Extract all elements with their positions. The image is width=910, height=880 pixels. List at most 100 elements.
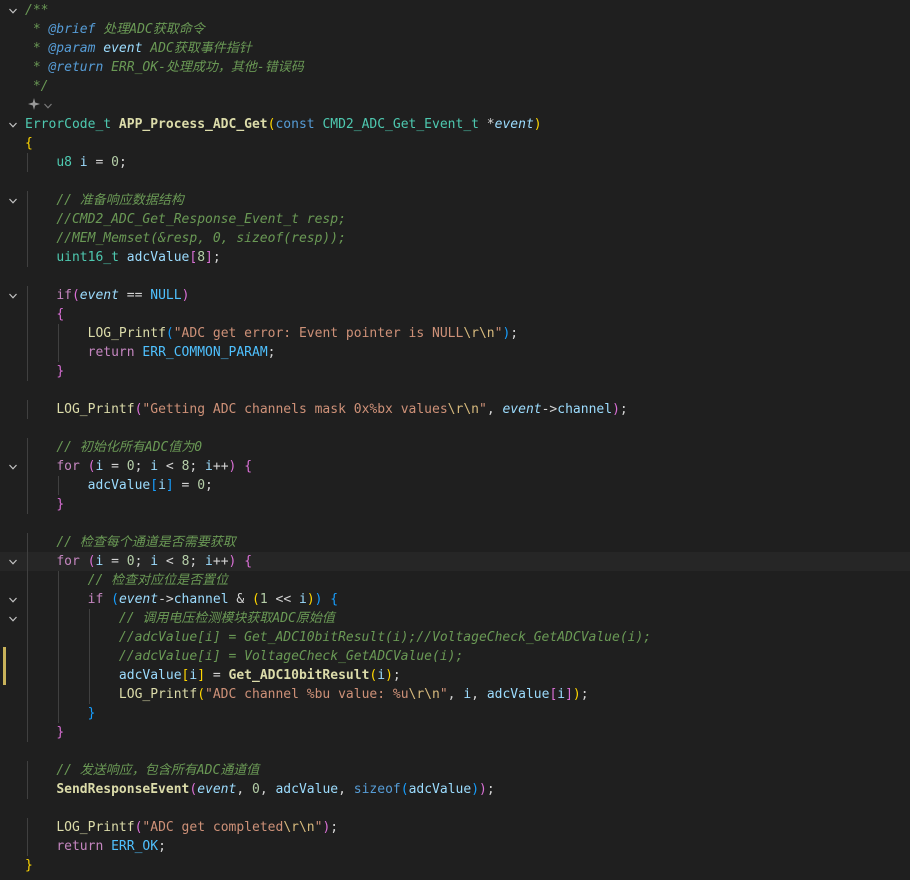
code-token: "ADC channel %bu value: %u <box>205 687 409 702</box>
code-token: adcValue <box>408 782 472 797</box>
code-token: \r\n <box>408 687 440 702</box>
fold-chevron-icon[interactable] <box>6 457 20 476</box>
code-token: ++ <box>212 459 229 474</box>
code-line[interactable]: u8 i = 0; <box>0 153 910 172</box>
code-line[interactable]: for (i = 0; i < 8; i++) { <box>0 552 910 571</box>
code-line[interactable]: LOG_Printf("Getting ADC channels mask 0x… <box>0 400 910 419</box>
code-editor[interactable]: /** * @brief 处理ADC获取命令 * @param event AD… <box>0 0 910 880</box>
code-line[interactable]: ErrorCode_t APP_Process_ADC_Get(const CM… <box>0 115 910 134</box>
modified-line-indicator <box>3 666 6 685</box>
code-line[interactable]: //MEM_Memset(&resp, 0, sizeof(resp)); <box>0 229 910 248</box>
code-line[interactable]: LOG_Printf("ADC get error: Event pointer… <box>0 324 910 343</box>
code-token: adcValue <box>126 250 190 265</box>
code-line[interactable]: } <box>0 495 910 514</box>
fold-chevron-icon[interactable] <box>6 609 20 628</box>
code-line[interactable] <box>0 96 910 115</box>
code-line[interactable]: * @brief 处理ADC获取命令 <box>0 20 910 39</box>
fold-chevron-icon[interactable] <box>6 552 20 571</box>
code-line[interactable]: } <box>0 704 910 723</box>
code-token: ( <box>111 592 119 607</box>
code-line[interactable] <box>0 267 910 286</box>
code-text: LOG_Printf("ADC get error: Event pointer… <box>25 324 519 343</box>
code-line[interactable]: } <box>0 362 910 381</box>
code-line[interactable] <box>0 514 910 533</box>
code-token: ) <box>181 288 190 303</box>
code-line[interactable]: SendResponseEvent (event, 0, adcValue, si… <box>0 780 910 799</box>
code-text: */ <box>25 77 49 96</box>
code-line[interactable]: * @return ERR_OK-处理成功，其他-错误码 <box>0 58 910 77</box>
code-token: i <box>298 592 307 607</box>
code-line[interactable]: adcValue[i] = 0; <box>0 476 910 495</box>
code-text: // 准备响应数据结构 <box>25 191 183 210</box>
code-token: ) <box>572 687 581 702</box>
code-line[interactable]: // 调用电压检测模块获取ADC原始值 <box>0 609 910 628</box>
code-text: // 调用电压检测模块获取ADC原始值 <box>25 609 335 628</box>
code-line[interactable]: if(event == NULL) <box>0 286 910 305</box>
code-line[interactable]: for (i = 0; i < 8; i++) { <box>0 457 910 476</box>
code-token: ADC获取事件指针 <box>142 41 252 56</box>
code-line[interactable]: // 准备响应数据结构 <box>0 191 910 210</box>
code-line[interactable]: // 检查对应位是否置位 <box>0 571 910 590</box>
code-token: ( <box>400 782 409 797</box>
code-line[interactable]: //adcValue[i] = Get_ADC10bitResult(i);//… <box>0 628 910 647</box>
code-token: adcValue <box>486 687 550 702</box>
code-line[interactable] <box>0 799 910 818</box>
code-token: ; <box>158 839 166 854</box>
code-token: event <box>118 592 159 607</box>
code-line[interactable]: uint16_t adcValue[8]; <box>0 248 910 267</box>
fold-chevron-icon[interactable] <box>6 590 20 609</box>
code-line[interactable]: //CMD2_ADC_Get_Response_Event_t resp; <box>0 210 910 229</box>
code-line[interactable]: } <box>0 856 910 875</box>
code-line[interactable]: adcValue[i] = Get_ADC10bitResult(i); <box>0 666 910 685</box>
code-line[interactable] <box>0 172 910 191</box>
code-line[interactable] <box>0 419 910 438</box>
code-text: //adcValue[i] = VoltageCheck_GetADCValue… <box>25 647 463 666</box>
code-token: ) <box>533 117 542 132</box>
code-line[interactable]: { <box>0 134 910 153</box>
code-token: 0 <box>111 155 119 170</box>
code-token: { <box>244 459 253 474</box>
code-line[interactable] <box>0 742 910 761</box>
code-text: // 检查每个通道是否需要获取 <box>25 533 235 552</box>
fold-chevron-icon[interactable] <box>6 1 20 20</box>
code-token: ; <box>189 459 206 474</box>
code-line[interactable]: // 发送响应，包含所有ADC通道值 <box>0 761 910 780</box>
code-text: SendResponseEvent (event, 0, adcValue, si… <box>25 780 494 799</box>
code-text: //adcValue[i] = Get_ADC10bitResult(i);//… <box>25 628 651 647</box>
code-token: ) <box>306 592 315 607</box>
code-line[interactable]: // 检查每个通道是否需要获取 <box>0 533 910 552</box>
code-line[interactable]: return ERR_OK; <box>0 837 910 856</box>
code-line[interactable] <box>0 381 910 400</box>
code-text: * @param event ADC获取事件指针 <box>25 39 252 58</box>
code-line[interactable]: */ <box>0 77 910 96</box>
code-line[interactable]: return ERR_COMMON_PARAM; <box>0 343 910 362</box>
code-line[interactable]: LOG_Printf("ADC get completed\r\n"); <box>0 818 910 837</box>
code-line[interactable]: // 初始化所有ADC值为0 <box>0 438 910 457</box>
sparkle-icon[interactable] <box>27 98 41 110</box>
chevron-down-icon[interactable] <box>43 100 53 110</box>
fold-chevron-icon[interactable] <box>6 286 20 305</box>
code-line[interactable]: * @param event ADC获取事件指针 <box>0 39 910 58</box>
code-line[interactable]: if (event->channel & (1 << i)) { <box>0 590 910 609</box>
code-token: ; <box>619 402 628 417</box>
code-line[interactable]: //adcValue[i] = VoltageCheck_GetADCValue… <box>0 647 910 666</box>
code-token: //adcValue[i] = Get_ADC10bitResult(i);//… <box>118 630 652 645</box>
code-token: ( <box>252 592 260 607</box>
fold-chevron-icon[interactable] <box>6 115 20 134</box>
code-line[interactable]: /** <box>0 1 910 20</box>
code-line[interactable]: LOG_Printf("ADC channel %bu value: %u\r\… <box>0 685 910 704</box>
code-token: * <box>25 22 49 37</box>
code-line[interactable]: } <box>0 723 910 742</box>
code-token: /** <box>25 3 49 18</box>
code-token: i <box>463 687 472 702</box>
fold-chevron-icon[interactable] <box>6 191 20 210</box>
code-line[interactable]: { <box>0 305 910 324</box>
code-token: i <box>557 687 566 702</box>
